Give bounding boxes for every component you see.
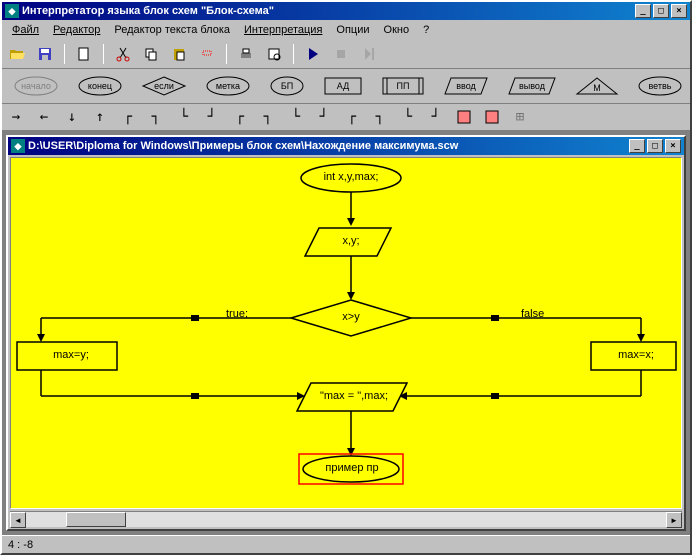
tool-b-icon[interactable] <box>482 107 502 127</box>
shape-input[interactable]: ввод <box>436 73 496 99</box>
print-preview-icon[interactable] <box>263 43 285 65</box>
svg-text:ПП: ПП <box>397 81 410 91</box>
step-icon[interactable] <box>358 43 380 65</box>
shape-ad[interactable]: АД <box>316 73 370 99</box>
node-declare[interactable]: int x,y,max; <box>311 171 391 183</box>
corner-2-icon[interactable]: ┐ <box>146 107 166 127</box>
menu-text-editor[interactable]: Редактор текста блока <box>108 22 236 38</box>
svg-text:начало: начало <box>21 81 51 91</box>
scroll-left-button[interactable]: ◄ <box>10 512 26 528</box>
mdi-workspace: ◆ D:\USER\Diploma for Windows\Примеры бл… <box>2 131 690 535</box>
corner-1-icon[interactable]: ┌ <box>118 107 138 127</box>
label-false: false <box>521 308 544 320</box>
scrollbar-horizontal[interactable]: ◄ ► <box>10 511 682 527</box>
arrow-down-icon[interactable]: ↓ <box>62 107 82 127</box>
corner-9-icon[interactable]: ┌ <box>342 107 362 127</box>
menu-editor[interactable]: Редактор <box>47 22 106 38</box>
scroll-track[interactable] <box>26 512 666 527</box>
doc-close-button[interactable]: × <box>665 139 681 153</box>
close-button[interactable]: × <box>671 4 687 18</box>
document-title: D:\USER\Diploma for Windows\Примеры блок… <box>28 140 629 152</box>
corner-6-icon[interactable]: ┐ <box>258 107 278 127</box>
corner-4-icon[interactable]: ┘ <box>202 107 222 127</box>
menu-window[interactable]: Окно <box>378 22 416 38</box>
menu-help[interactable]: ? <box>417 22 435 38</box>
shape-branch[interactable]: ветвь <box>630 73 690 99</box>
menu-options[interactable]: Опции <box>330 22 375 38</box>
titlebar[interactable]: ◆ Интерпретатор языка блок схем "Блок-сх… <box>2 2 690 20</box>
scroll-right-button[interactable]: ► <box>666 512 682 528</box>
tool-a-icon[interactable] <box>454 107 474 127</box>
arrow-right-icon[interactable]: → <box>6 107 26 127</box>
document-titlebar[interactable]: ◆ D:\USER\Diploma for Windows\Примеры бл… <box>8 137 684 155</box>
node-output[interactable]: "max = ",max; <box>309 390 399 402</box>
save-icon[interactable] <box>34 43 56 65</box>
copy-icon[interactable] <box>140 43 162 65</box>
document-window: ◆ D:\USER\Diploma for Windows\Примеры бл… <box>6 135 686 531</box>
shape-module[interactable]: М <box>568 73 626 99</box>
stop-icon[interactable] <box>330 43 352 65</box>
app-icon: ◆ <box>5 4 19 18</box>
doc-minimize-button[interactable]: _ <box>629 139 645 153</box>
label-true: true; <box>226 308 248 320</box>
shape-label[interactable]: метка <box>198 73 258 99</box>
app-window: ◆ Интерпретатор языка блок схем "Блок-сх… <box>0 0 692 555</box>
svg-text:М: М <box>593 83 601 93</box>
toolbar-arrows: → ← ↓ ↑ ┌ ┐ └ ┘ ┌ ┐ └ ┘ ┌ ┐ └ ┘ ⊞ <box>2 104 690 131</box>
corner-5-icon[interactable]: ┌ <box>230 107 250 127</box>
corner-11-icon[interactable]: └ <box>398 107 418 127</box>
node-decision[interactable]: x>y <box>331 311 371 323</box>
new-icon[interactable] <box>73 43 95 65</box>
svg-text:ввод: ввод <box>456 81 476 91</box>
svg-text:конец: конец <box>88 81 112 91</box>
document-icon: ◆ <box>11 139 25 153</box>
toolbar-file <box>2 40 690 69</box>
toolbar-shapes: начало конец если метка БП АД ПП ввод вы… <box>2 69 690 104</box>
corner-3-icon[interactable]: └ <box>174 107 194 127</box>
shape-if[interactable]: если <box>134 73 194 99</box>
tool-c-icon[interactable]: ⊞ <box>510 107 530 127</box>
svg-text:БП: БП <box>281 81 293 91</box>
node-maxx[interactable]: max=x; <box>606 349 666 361</box>
corner-10-icon[interactable]: ┐ <box>370 107 390 127</box>
cut-icon[interactable] <box>112 43 134 65</box>
svg-text:АД: АД <box>337 81 349 91</box>
shape-pp[interactable]: ПП <box>374 73 432 99</box>
window-title: Интерпретатор языка блок схем "Блок-схем… <box>22 5 635 17</box>
scroll-thumb[interactable] <box>66 512 126 527</box>
menu-interpretation[interactable]: Интерпретация <box>238 22 328 38</box>
arrow-left-icon[interactable]: ← <box>34 107 54 127</box>
node-end[interactable]: пример пр <box>319 462 385 474</box>
svg-text:если: если <box>154 81 174 91</box>
doc-maximize-button[interactable]: □ <box>647 139 663 153</box>
shape-bp[interactable]: БП <box>262 73 312 99</box>
status-coords: 4 : -8 <box>8 539 33 551</box>
menu-file[interactable]: Файл <box>6 22 45 38</box>
arrow-up-icon[interactable]: ↑ <box>90 107 110 127</box>
node-maxy[interactable]: max=y; <box>41 349 101 361</box>
maximize-button[interactable]: □ <box>653 4 669 18</box>
menubar: Файл Редактор Редактор текста блока Инте… <box>2 20 690 40</box>
delete-icon[interactable] <box>196 43 218 65</box>
run-icon[interactable] <box>302 43 324 65</box>
statusbar: 4 : -8 <box>2 535 690 553</box>
corner-8-icon[interactable]: ┘ <box>314 107 334 127</box>
corner-7-icon[interactable]: └ <box>286 107 306 127</box>
shape-end[interactable]: конец <box>70 73 130 99</box>
open-icon[interactable] <box>6 43 28 65</box>
svg-text:метка: метка <box>216 81 240 91</box>
corner-12-icon[interactable]: ┘ <box>426 107 446 127</box>
svg-text:ветвь: ветвь <box>649 81 672 91</box>
print-icon[interactable] <box>235 43 257 65</box>
node-input[interactable]: x,y; <box>331 235 371 247</box>
shape-output[interactable]: вывод <box>500 73 564 99</box>
flowchart-canvas[interactable]: int x,y,max; x,y; x>y true; false max=y;… <box>10 157 682 509</box>
paste-icon[interactable] <box>168 43 190 65</box>
minimize-button[interactable]: _ <box>635 4 651 18</box>
shape-start[interactable]: начало <box>6 73 66 99</box>
svg-text:вывод: вывод <box>519 81 546 91</box>
flowchart-svg <box>11 158 681 508</box>
